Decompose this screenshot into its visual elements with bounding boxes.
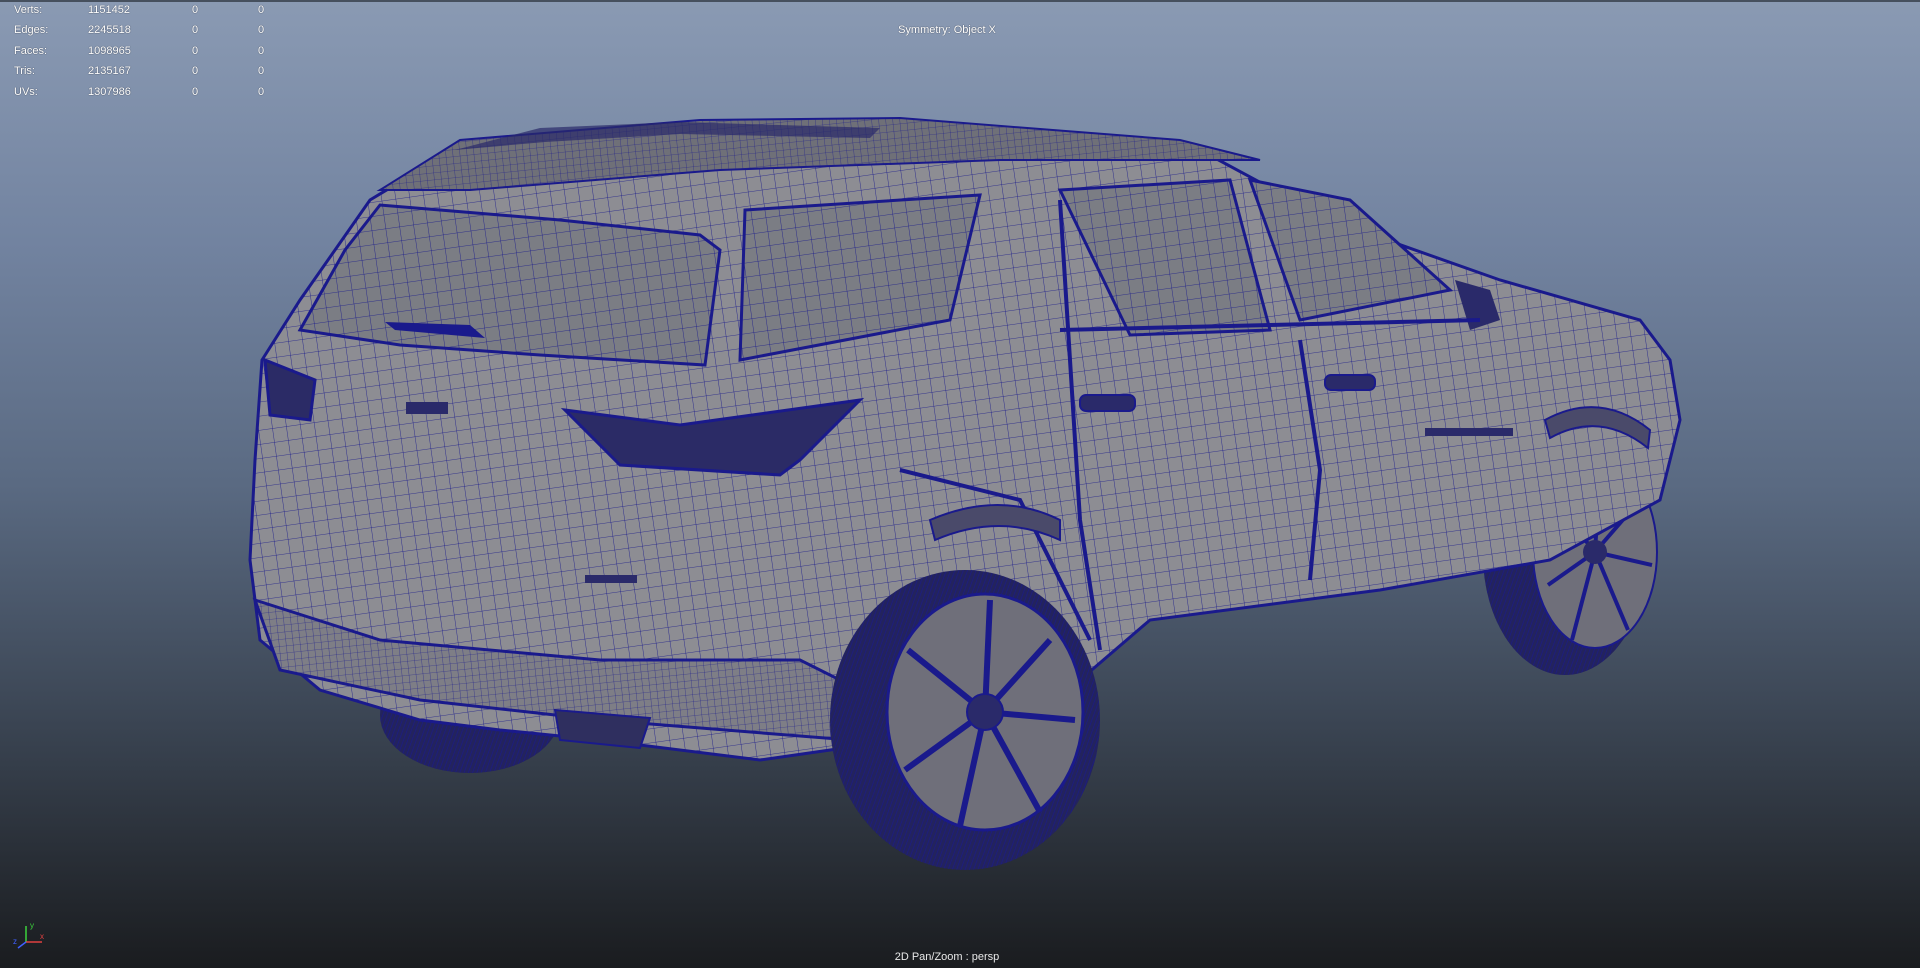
axis-gizmo-icon: y x z [13, 921, 44, 949]
viewport-persp[interactable]: Verts: 1151452 0 0 Edges: 2245518 0 0 Fa… [0, 0, 1920, 968]
axis-y-label: y [30, 921, 34, 930]
trim-badge [585, 575, 637, 583]
axis-x-label: x [40, 932, 44, 941]
chevrolet-logo [406, 402, 448, 414]
suv-wireframe-model[interactable] [0, 0, 1920, 968]
axis-z-label: z [13, 937, 17, 946]
rear-right-wheel [830, 570, 1100, 870]
model-badge [1425, 428, 1513, 436]
camera-status: 2D Pan/Zoom : persp [894, 951, 1000, 963]
